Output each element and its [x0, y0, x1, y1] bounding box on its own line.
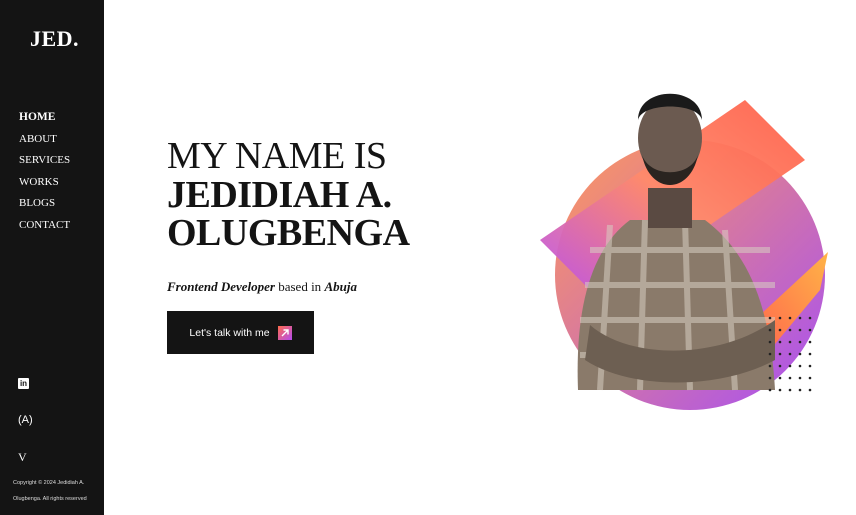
copyright-line1: Copyright © 2024 Jedidiah A.	[13, 480, 85, 486]
hero-intro: MY NAME IS	[167, 135, 387, 177]
nav-item-services[interactable]: SERVICES	[19, 154, 70, 167]
tagline: Frontend Developer based in Abuja	[167, 279, 357, 295]
nav-item-blogs[interactable]: BLOGS	[19, 197, 70, 210]
location: Abuja	[324, 279, 357, 294]
copyright-line2: Olugbenga. All rights reserved	[13, 496, 87, 502]
portrait-illustration	[540, 93, 828, 410]
based-in: based in	[278, 279, 322, 294]
hero-name-line1: JEDIDIAH A.	[167, 174, 392, 216]
gatsby-icon[interactable]: (A)	[18, 414, 33, 426]
linkedin-icon[interactable]: in	[18, 378, 29, 389]
vue-icon[interactable]: V	[18, 450, 27, 465]
arrow-up-right-icon	[277, 325, 292, 340]
lets-talk-button[interactable]: Let's talk with me	[167, 311, 314, 354]
nav-item-home[interactable]: HOME	[19, 111, 70, 124]
copyright: Copyright © 2024 Jedidiah A. Olugbenga. …	[13, 475, 93, 507]
nav-item-works[interactable]: WORKS	[19, 176, 70, 189]
sidebar: JED. HOME ABOUT SERVICES WORKS BLOGS CON…	[0, 0, 104, 515]
hero-name-line2: OLUGBENGA	[167, 212, 410, 254]
role: Frontend Developer	[167, 279, 275, 294]
nav-item-about[interactable]: ABOUT	[19, 133, 70, 146]
main-nav: HOME ABOUT SERVICES WORKS BLOGS CONTACT	[19, 111, 70, 240]
logo[interactable]: JED.	[30, 26, 79, 52]
cta-label: Let's talk with me	[189, 326, 270, 339]
hero-heading: MY NAME IS JEDIDIAH A. OLUGBENGA	[167, 136, 410, 252]
nav-item-contact[interactable]: CONTACT	[19, 219, 70, 232]
